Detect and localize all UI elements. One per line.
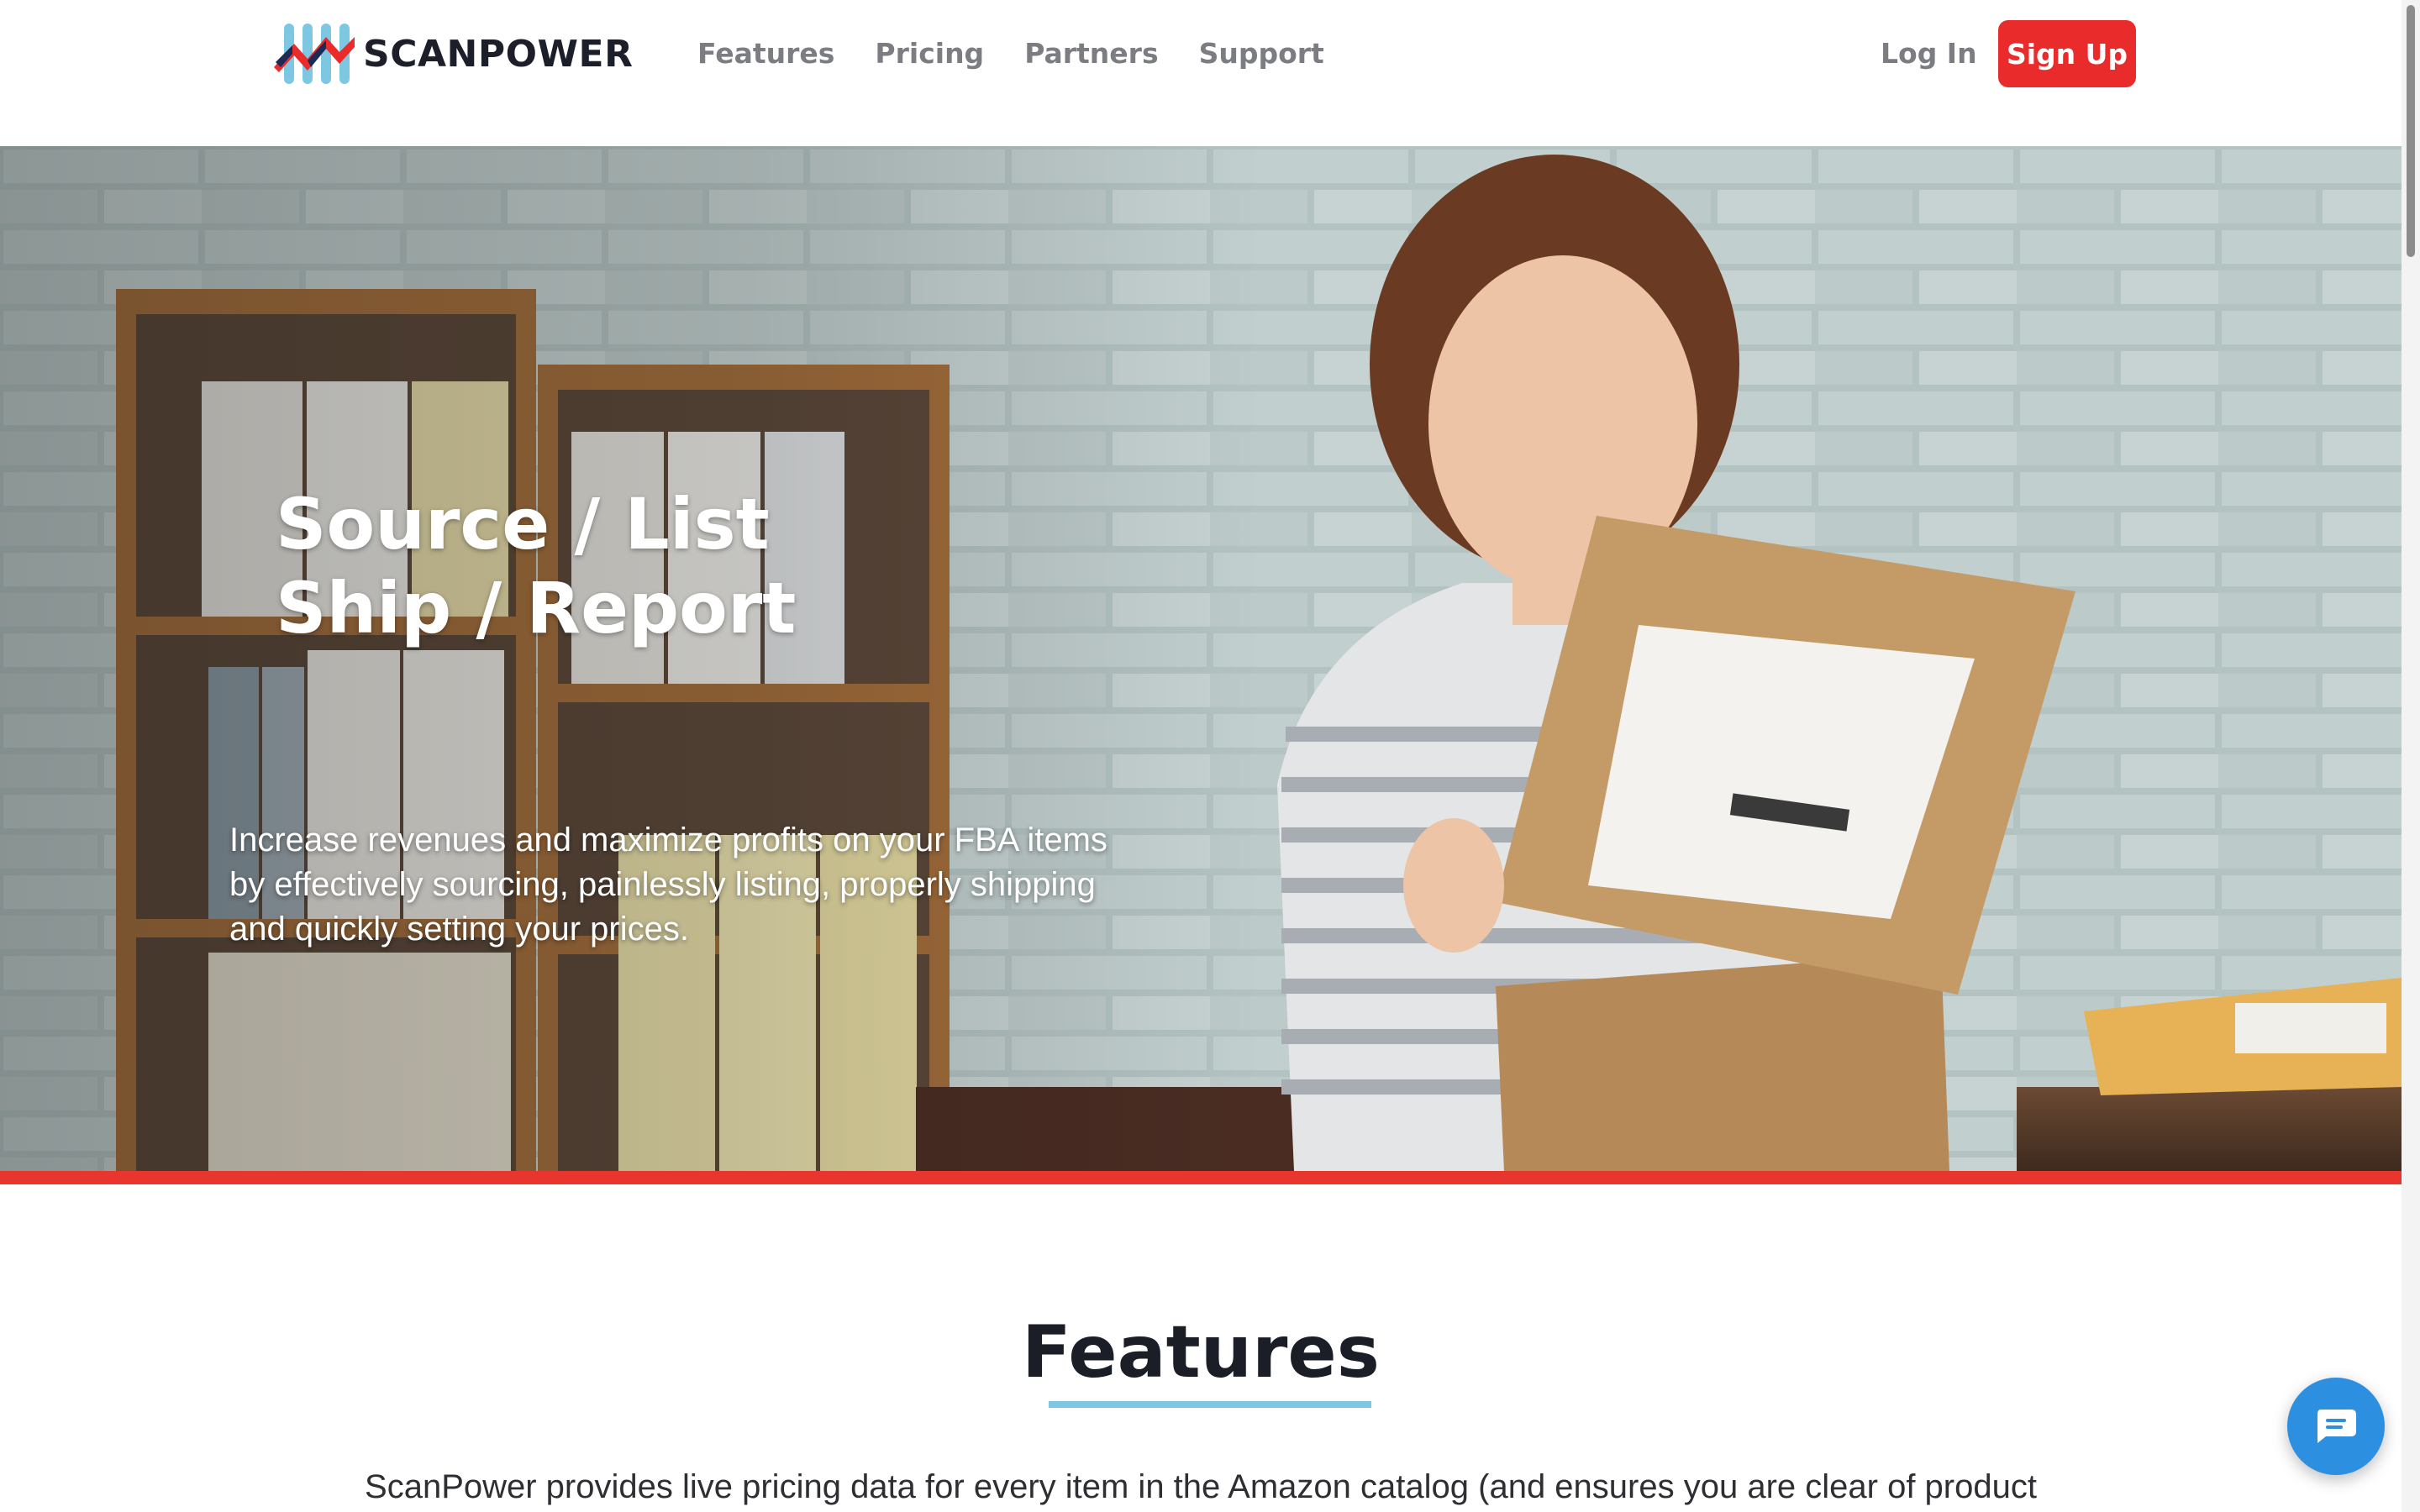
nav-link-pricing[interactable]: Pricing — [875, 37, 984, 70]
scanpower-logo-icon — [274, 24, 355, 84]
hero-title: Source / List Ship / Report — [276, 482, 1032, 650]
login-link[interactable]: Log In — [1881, 29, 1977, 77]
hero-overlay — [0, 146, 1260, 1171]
signup-button[interactable]: Sign Up — [1998, 20, 2136, 87]
scrollbar-thumb[interactable] — [2407, 5, 2415, 257]
chat-button[interactable] — [2287, 1378, 2385, 1475]
nav-link-partners[interactable]: Partners — [1024, 37, 1158, 70]
nav-link-support[interactable]: Support — [1199, 37, 1324, 70]
main-menu: Features Pricing Partners Support — [697, 29, 1365, 77]
brand-name: SCANPOWER — [363, 32, 634, 76]
chat-bubble-icon — [2317, 1410, 2356, 1443]
hero-description: Increase revenues and maximize profits o… — [229, 822, 1107, 948]
logo[interactable]: SCANPOWER — [274, 18, 633, 89]
features-heading: Features — [1022, 1310, 1380, 1394]
hero-accent-bar — [0, 1171, 2402, 1184]
nav-link-features[interactable]: Features — [697, 37, 834, 70]
hero-section: Source / List Ship / Report Increase rev… — [0, 146, 2402, 1171]
hero-title-line-2: Ship / Report — [276, 567, 797, 649]
page-scrollbar[interactable] — [2402, 0, 2420, 1512]
hero-title-line-1: Source / List — [276, 483, 770, 565]
page: SCANPOWER Features Pricing Partners Supp… — [0, 0, 2420, 1512]
features-heading-underline — [1049, 1401, 1371, 1408]
top-nav: SCANPOWER Features Pricing Partners Supp… — [0, 0, 2420, 146]
features-intro: ScanPower provides live pricing data for… — [365, 1468, 2037, 1505]
